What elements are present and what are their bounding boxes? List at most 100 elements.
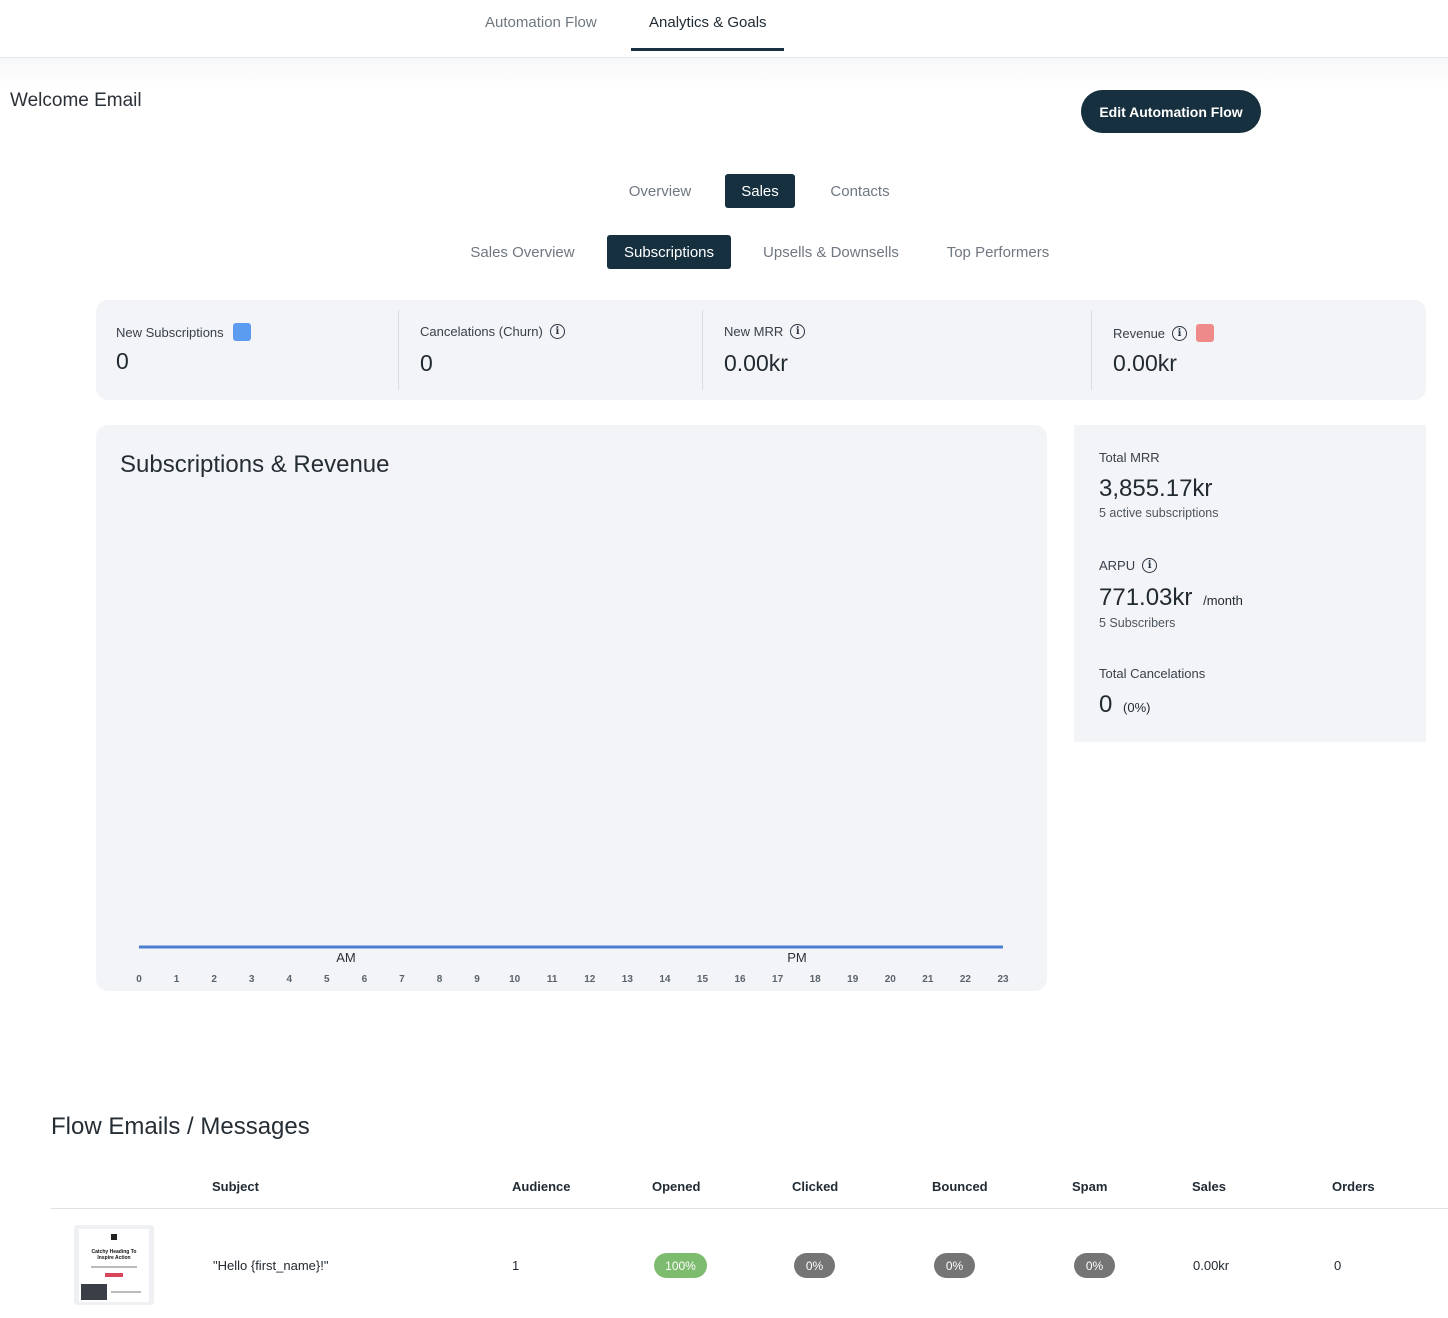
legend-swatch-blue	[232, 323, 251, 341]
row-opened-badge: 100%	[654, 1253, 707, 1278]
stat-label-row: New MRR i	[724, 324, 806, 339]
total-cancelations-row: 0 (0%)	[1099, 691, 1150, 719]
info-icon[interactable]: i	[549, 324, 565, 339]
x-tick-label: 12	[584, 974, 596, 985]
top-navigation: Automation Flow Analytics & Goals	[0, 0, 1448, 58]
stat-label-row: Cancelations (Churn) i	[420, 324, 565, 339]
thumbnail-heading: Catchy Heading To Inspire Action	[91, 1249, 137, 1261]
info-icon[interactable]: i	[790, 324, 806, 339]
x-tick-label: 15	[697, 974, 709, 985]
x-tick-label: 5	[324, 974, 330, 985]
x-tick-label: 10	[509, 974, 521, 985]
x-tick-label: 9	[474, 974, 480, 985]
text-line	[111, 1291, 141, 1293]
column-header-spam: Spam	[1072, 1179, 1108, 1194]
total-cancelations-pct: (0%)	[1123, 700, 1151, 715]
chart-card: Subscriptions & Revenue AM PM 0123456789…	[96, 425, 1047, 991]
stat-value: 0	[420, 350, 433, 376]
x-tick-label: 7	[399, 974, 405, 985]
tab-top-performers[interactable]: Top Performers	[931, 235, 1065, 269]
tab-analytics-goals[interactable]: Analytics & Goals	[649, 14, 767, 31]
tab-automation-flow[interactable]: Automation Flow	[485, 14, 597, 31]
stat-label: Cancelations (Churn)	[420, 324, 543, 339]
stat-label-row: New Subscriptions	[116, 323, 251, 341]
stat-divider	[1091, 310, 1092, 390]
row-sales: 0.00kr	[1193, 1258, 1230, 1273]
info-icon[interactable]: i	[1142, 558, 1158, 573]
tab-overview[interactable]: Overview	[612, 174, 708, 208]
tab-upsells-downsells[interactable]: Upsells & Downsells	[750, 235, 912, 269]
info-icon[interactable]: i	[1172, 325, 1188, 341]
email-thumbnail[interactable]: Catchy Heading To Inspire Action	[74, 1225, 154, 1305]
row-orders: 0	[1334, 1258, 1342, 1273]
email-preview: Catchy Heading To Inspire Action	[79, 1229, 149, 1302]
x-tick-label: 17	[772, 974, 784, 985]
total-cancelations-label: Total Cancelations	[1099, 666, 1206, 681]
am-label: AM	[336, 950, 356, 965]
pm-label: PM	[787, 950, 807, 965]
legend-swatch-red	[1196, 324, 1215, 342]
arpu-value-row: 771.03kr /month	[1099, 584, 1243, 612]
stat-divider	[702, 310, 703, 390]
column-header-opened: Opened	[652, 1179, 701, 1194]
edit-automation-flow-button[interactable]: Edit Automation Flow	[1081, 90, 1261, 133]
tab-contacts[interactable]: Contacts	[814, 174, 906, 208]
page-title: Welcome Email	[10, 90, 142, 111]
stat-divider	[398, 310, 399, 390]
stat-value: 0	[116, 348, 129, 374]
logo-icon	[111, 1234, 117, 1240]
table-header-divider	[51, 1208, 1448, 1209]
stat-label: New MRR	[724, 324, 784, 339]
stat-label: Revenue	[1113, 325, 1166, 341]
summary-card: Total MRR 3,855.17kr 5 active subscripti…	[1074, 425, 1426, 742]
x-tick-label: 0	[136, 974, 142, 985]
x-tick-label: 18	[810, 974, 822, 985]
column-header-subject: Subject	[212, 1179, 259, 1194]
column-header-sales: Sales	[1192, 1179, 1226, 1194]
active-tab-indicator	[631, 48, 784, 51]
x-tick-label: 3	[249, 974, 255, 985]
x-tick-label: 8	[437, 974, 443, 985]
column-header-audience: Audience	[512, 1179, 571, 1194]
total-cancelations-value: 0	[1099, 691, 1113, 718]
x-tick-label: 23	[997, 974, 1009, 985]
row-bounced-badge: 0%	[934, 1253, 975, 1278]
x-tick-label: 20	[885, 974, 897, 985]
row-subject[interactable]: "Hello {first_name}!"	[213, 1258, 328, 1273]
total-mrr-sub: 5 active subscriptions	[1099, 506, 1219, 520]
cta-button-preview	[105, 1273, 123, 1277]
subscriptions-revenue-chart: AM PM 0 1 2 3 4 5 6 7 8 9 10 11 12 13 14 15 16 17 18 19 20 21…	[136, 945, 1009, 985]
x-tick-label: 6	[362, 974, 368, 985]
row-clicked-badge: 0%	[794, 1253, 835, 1278]
column-header-clicked: Clicked	[792, 1179, 839, 1194]
x-tick-label: 22	[960, 974, 972, 985]
x-tick-label: 19	[847, 974, 859, 985]
stat-label-row: Revenue i	[1113, 324, 1215, 342]
total-mrr-label: Total MRR	[1099, 450, 1160, 465]
stat-value: 0.00kr	[724, 350, 788, 376]
flow-emails-title: Flow Emails / Messages	[51, 1113, 310, 1140]
arpu-unit: /month	[1203, 593, 1243, 608]
tab-sales[interactable]: Sales	[725, 174, 795, 208]
x-tick-label: 21	[922, 974, 934, 985]
x-tick-label: 4	[286, 974, 292, 985]
x-tick-label: 11	[547, 974, 558, 985]
stats-strip: New Subscriptions 0 Cancelations (Churn)…	[96, 300, 1426, 400]
x-tick-label: 1	[174, 974, 180, 985]
column-header-orders: Orders	[1332, 1179, 1375, 1194]
x-tick-label: 2	[211, 974, 217, 985]
arpu-label-row: ARPU i	[1099, 558, 1158, 573]
column-header-bounced: Bounced	[932, 1179, 988, 1194]
stat-label: New Subscriptions	[116, 324, 224, 340]
tab-sales-overview[interactable]: Sales Overview	[456, 235, 589, 269]
x-tick-label: 13	[622, 974, 634, 985]
total-mrr-value: 3,855.17kr	[1099, 475, 1213, 502]
arpu-value: 771.03kr	[1099, 584, 1193, 611]
x-tick-label: 16	[734, 974, 746, 985]
stat-value: 0.00kr	[1113, 350, 1177, 376]
arpu-label: ARPU	[1099, 558, 1136, 573]
tab-subscriptions[interactable]: Subscriptions	[607, 235, 731, 269]
x-tick-label: 14	[659, 974, 671, 985]
row-audience: 1	[512, 1258, 520, 1273]
text-line	[91, 1266, 137, 1268]
